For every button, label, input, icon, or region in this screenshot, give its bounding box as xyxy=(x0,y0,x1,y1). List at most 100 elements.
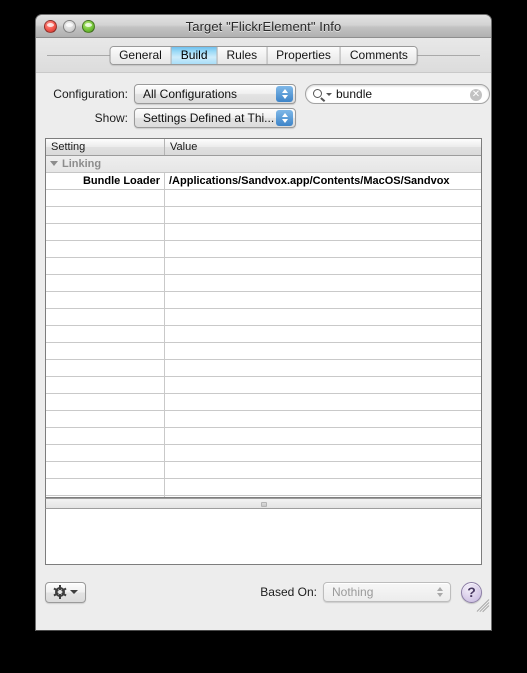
configuration-section: Configuration: All Configurations bundle… xyxy=(36,73,491,130)
based-on-value: Nothing xyxy=(332,585,374,599)
empty-value-cell xyxy=(165,411,481,427)
empty-setting-cell xyxy=(46,207,165,223)
table-empty-row[interactable] xyxy=(46,394,481,411)
empty-value-cell xyxy=(165,394,481,410)
disclosure-triangle-icon[interactable] xyxy=(50,161,58,166)
setting-value[interactable]: /Applications/Sandvox.app/Contents/MacOS… xyxy=(165,173,481,189)
close-button-icon[interactable] xyxy=(44,20,57,33)
chevron-updown-icon xyxy=(276,86,293,102)
empty-value-cell xyxy=(165,326,481,342)
tab-bar: General Build Rules Properties Comments xyxy=(36,38,491,73)
table-empty-row[interactable] xyxy=(46,207,481,224)
table-group-row[interactable]: Linking xyxy=(46,156,481,173)
based-on-popup[interactable]: Nothing xyxy=(323,582,451,602)
table-empty-row[interactable] xyxy=(46,241,481,258)
configuration-popup[interactable]: All Configurations xyxy=(134,84,296,104)
empty-setting-cell xyxy=(46,360,165,376)
search-field[interactable]: bundle ✕ xyxy=(305,84,490,104)
empty-setting-cell xyxy=(46,190,165,206)
empty-setting-cell xyxy=(46,224,165,240)
table-empty-row[interactable] xyxy=(46,275,481,292)
resize-grip-icon[interactable] xyxy=(474,594,490,613)
empty-value-cell xyxy=(165,360,481,376)
empty-setting-cell xyxy=(46,394,165,410)
table-empty-row[interactable] xyxy=(46,445,481,462)
table-empty-row[interactable] xyxy=(46,292,481,309)
empty-setting-cell xyxy=(46,258,165,274)
table-empty-row[interactable] xyxy=(46,377,481,394)
empty-value-cell xyxy=(165,224,481,240)
show-label: Show: xyxy=(94,111,128,125)
search-icon xyxy=(313,88,335,102)
table-empty-row[interactable] xyxy=(46,224,481,241)
table-empty-row[interactable] xyxy=(46,343,481,360)
tab-group: General Build Rules Properties Comments xyxy=(109,46,418,65)
empty-setting-cell xyxy=(46,309,165,325)
window-titlebar: Target "FlickrElement" Info xyxy=(36,15,491,38)
empty-value-cell xyxy=(165,343,481,359)
column-header-value[interactable]: Value xyxy=(165,139,481,155)
splitter-handle-icon[interactable] xyxy=(260,502,267,507)
empty-setting-cell xyxy=(46,377,165,393)
empty-setting-cell xyxy=(46,479,165,495)
action-menu-button[interactable] xyxy=(45,581,86,603)
empty-value-cell xyxy=(165,258,481,274)
show-row: Show: Settings Defined at Thi... xyxy=(36,106,491,130)
table-empty-row[interactable] xyxy=(46,190,481,207)
group-label: Linking xyxy=(46,156,101,172)
empty-setting-cell xyxy=(46,275,165,291)
table-row[interactable]: Bundle Loader /Applications/Sandvox.app/… xyxy=(46,173,481,190)
configuration-label: Configuration: xyxy=(53,87,128,101)
configuration-value: All Configurations xyxy=(143,87,238,101)
empty-value-cell xyxy=(165,479,481,495)
info-window: Target "FlickrElement" Info General Buil… xyxy=(35,14,492,631)
empty-setting-cell xyxy=(46,428,165,444)
table-empty-row[interactable] xyxy=(46,479,481,496)
chevron-updown-icon xyxy=(431,584,448,600)
show-value: Settings Defined at Thi... xyxy=(143,111,275,125)
empty-setting-cell xyxy=(46,292,165,308)
column-header-setting[interactable]: Setting xyxy=(46,139,165,155)
pane-splitter[interactable] xyxy=(45,498,482,509)
table-empty-row[interactable] xyxy=(46,326,481,343)
zoom-button-icon[interactable] xyxy=(82,20,95,33)
table-empty-row[interactable] xyxy=(46,462,481,479)
show-popup[interactable]: Settings Defined at Thi... xyxy=(134,108,296,128)
table-empty-row[interactable] xyxy=(46,309,481,326)
empty-value-cell xyxy=(165,428,481,444)
table-empty-row[interactable] xyxy=(46,411,481,428)
empty-value-cell xyxy=(165,309,481,325)
tab-comments[interactable]: Comments xyxy=(340,47,417,64)
empty-setting-cell xyxy=(46,241,165,257)
empty-value-cell xyxy=(165,462,481,478)
build-settings-table[interactable]: Setting Value Linking Bundle Loader /App… xyxy=(45,138,482,498)
minimize-button-icon[interactable] xyxy=(63,20,76,33)
tab-properties[interactable]: Properties xyxy=(267,47,341,64)
empty-value-cell xyxy=(165,207,481,223)
tab-rules[interactable]: Rules xyxy=(217,47,268,64)
empty-value-cell xyxy=(165,445,481,461)
window-controls xyxy=(44,20,95,33)
empty-setting-cell xyxy=(46,411,165,427)
based-on-label: Based On: xyxy=(260,585,317,599)
empty-setting-cell xyxy=(46,343,165,359)
gear-icon xyxy=(52,585,67,599)
tab-build[interactable]: Build xyxy=(171,47,218,64)
empty-value-cell xyxy=(165,190,481,206)
empty-value-cell xyxy=(165,292,481,308)
setting-name: Bundle Loader xyxy=(46,173,165,189)
window-title: Target "FlickrElement" Info xyxy=(185,19,342,34)
setting-detail-pane[interactable] xyxy=(45,509,482,565)
empty-value-cell xyxy=(165,241,481,257)
bottom-toolbar: Based On: Nothing ? xyxy=(36,574,491,613)
table-empty-row[interactable] xyxy=(46,360,481,377)
tab-general[interactable]: General xyxy=(110,47,172,64)
configuration-row: Configuration: All Configurations bundle… xyxy=(36,82,491,106)
table-empty-row[interactable] xyxy=(46,428,481,445)
chevron-updown-icon xyxy=(276,110,293,126)
search-input-value: bundle xyxy=(336,87,373,101)
table-empty-row[interactable] xyxy=(46,258,481,275)
clear-search-icon[interactable]: ✕ xyxy=(470,89,482,101)
table-header-row: Setting Value xyxy=(46,139,481,156)
empty-value-cell xyxy=(165,377,481,393)
